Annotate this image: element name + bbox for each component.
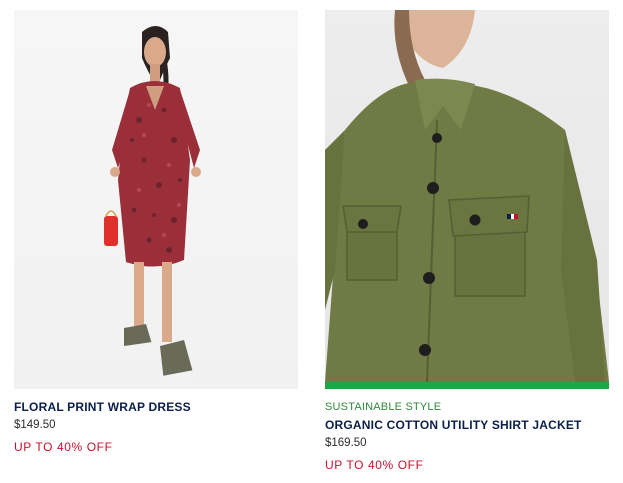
product-price: $169.50 (325, 437, 367, 449)
discount-label: UP TO 40% OFF (325, 458, 424, 472)
product-price: $149.50 (14, 419, 56, 431)
utility-jacket-model-illustration (325, 10, 609, 382)
sustainable-style-badge: SUSTAINABLE STYLE (325, 401, 442, 413)
product-image[interactable] (14, 10, 298, 389)
product-grid: FLORAL PRINT WRAP DRESS $149.50 UP TO 40… (0, 0, 623, 483)
product-card-utility-jacket[interactable]: SUSTAINABLE STYLE ORGANIC COTTON UTILITY… (325, 10, 609, 473)
floral-dress-model-illustration (104, 26, 201, 386)
product-title[interactable]: ORGANIC COTTON UTILITY SHIRT JACKET (325, 418, 609, 433)
sustainable-indicator-bar (325, 382, 609, 389)
discount-label: UP TO 40% OFF (14, 440, 113, 454)
product-image[interactable] (325, 10, 609, 382)
product-title[interactable]: FLORAL PRINT WRAP DRESS (14, 400, 298, 415)
product-card-floral-dress[interactable]: FLORAL PRINT WRAP DRESS $149.50 UP TO 40… (14, 10, 298, 455)
